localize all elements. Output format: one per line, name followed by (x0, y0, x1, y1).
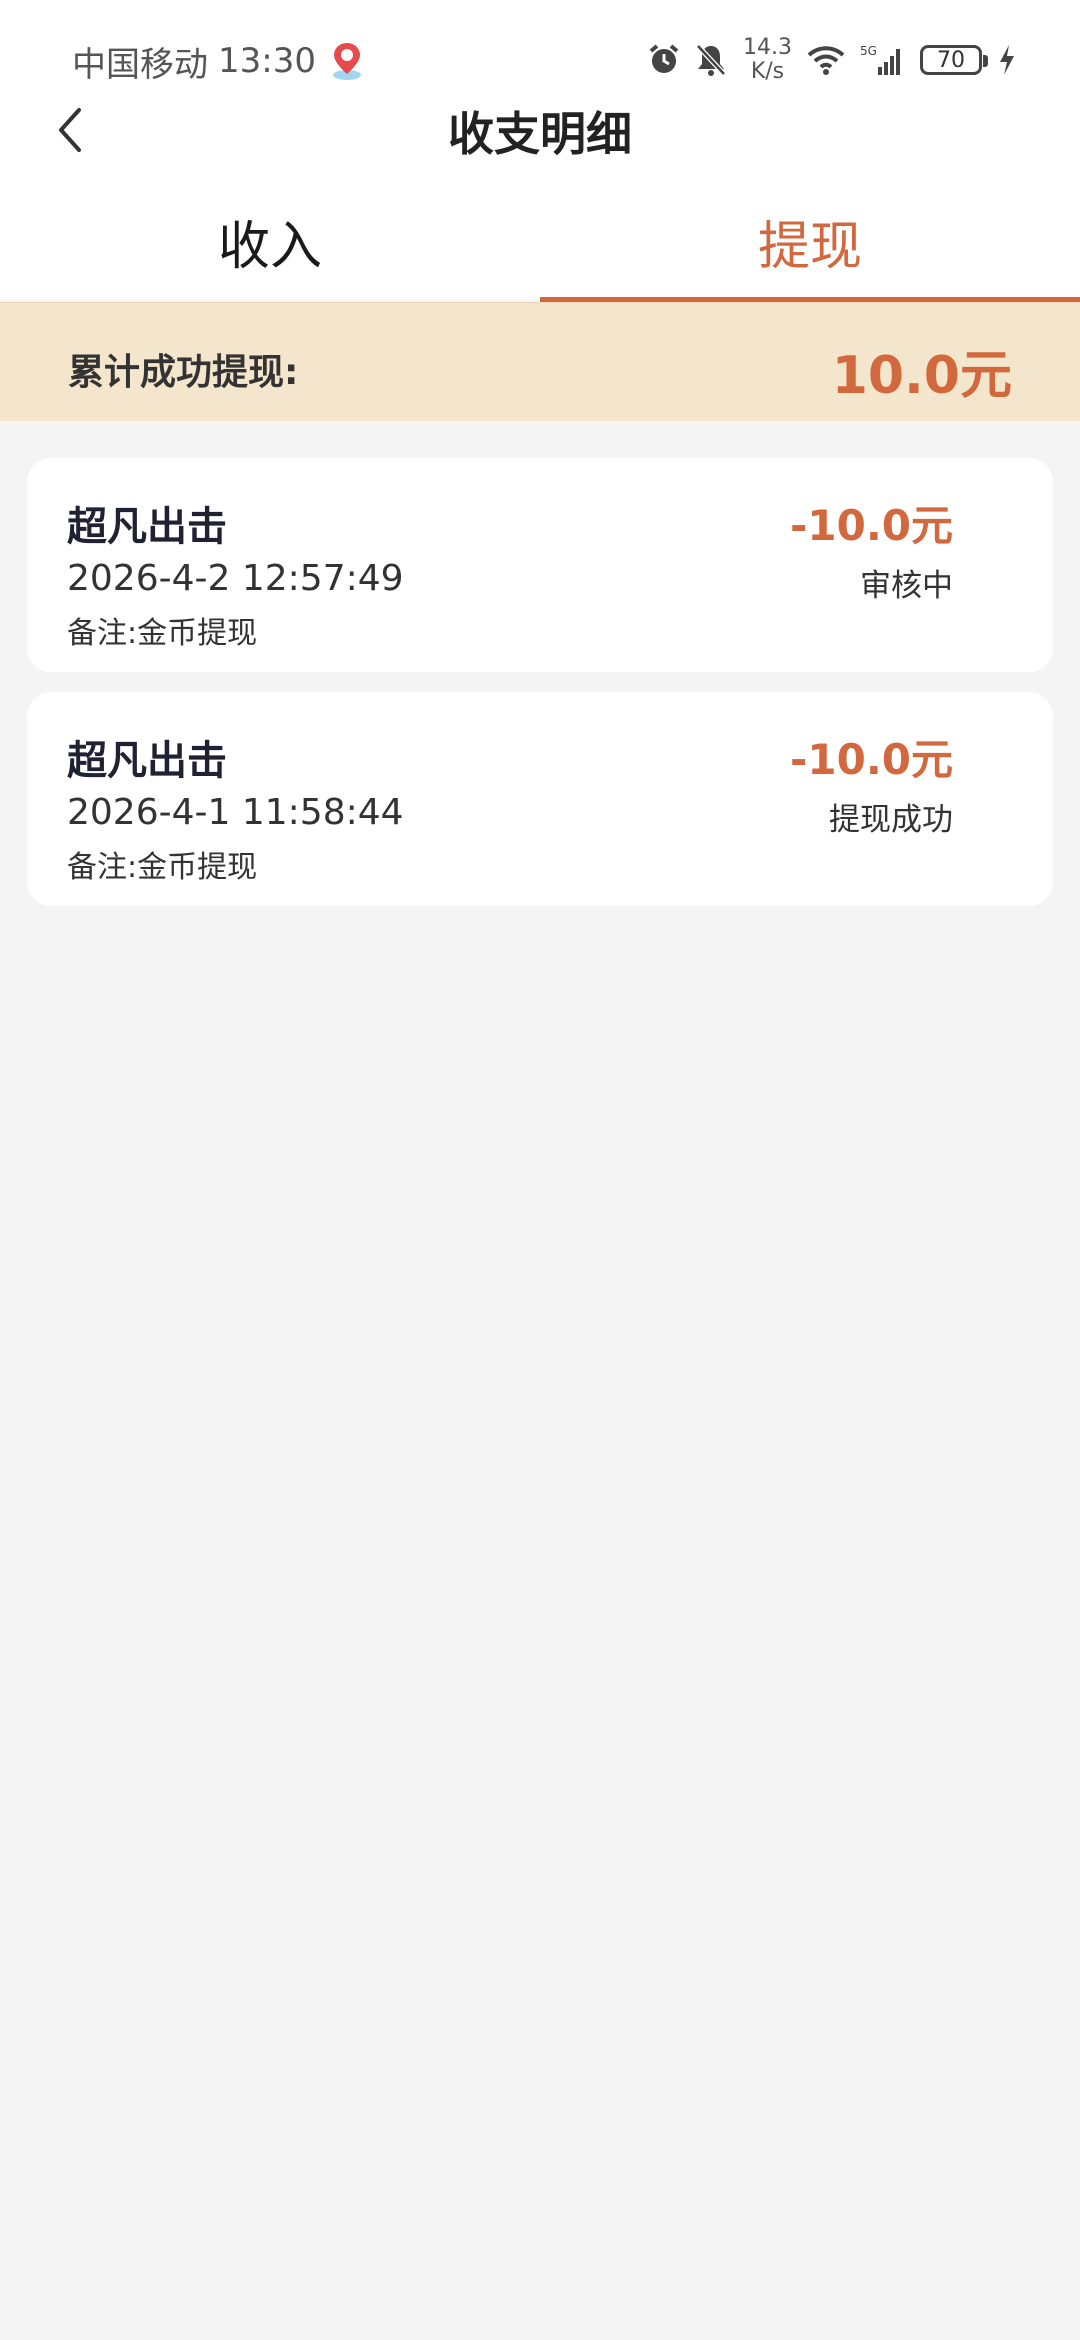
network-speed: 14.3 K/s (743, 36, 792, 84)
record-note: 备注:金币提现 (67, 616, 258, 651)
withdraw-summary: 累计成功提现: 10.0元 (0, 302, 1080, 421)
status-time: 13:30 (218, 41, 316, 81)
record-status: 审核中 (860, 568, 953, 604)
top-area: 中国移动 13:30 14.3 K/s 5G 70 收支明细 收入 提现 (0, 0, 1080, 302)
tab-income[interactable]: 收入 (0, 190, 540, 302)
network-speed-value: 14.3 (743, 35, 792, 60)
status-right: 14.3 K/s 5G 70 (633, 32, 1016, 88)
charging-icon (998, 44, 1016, 76)
status-left: 中国移动 13:30 (72, 36, 364, 86)
nav-bar: 收支明细 (0, 90, 1080, 170)
record-note: 备注:金币提现 (67, 850, 258, 885)
page-title: 收支明细 (448, 107, 632, 161)
record-title: 超凡出击 (67, 504, 227, 550)
summary-label: 累计成功提现: (68, 352, 299, 393)
record-amount: -10.0元 (789, 735, 953, 784)
record-card[interactable]: 超凡出击 2026-4-2 12:57:49 备注:金币提现 -10.0元 审核… (27, 458, 1053, 672)
tab-withdraw[interactable]: 提现 (540, 190, 1080, 302)
record-time: 2026-4-2 12:57:49 (67, 558, 404, 599)
alarm-icon (647, 43, 681, 77)
summary-value: 10.0元 (831, 346, 1012, 406)
record-status: 提现成功 (829, 802, 953, 838)
record-time: 2026-4-1 11:58:44 (67, 792, 404, 833)
record-amount: -10.0元 (789, 501, 953, 550)
carrier-name: 中国移动 (72, 44, 208, 85)
location-pin-icon (330, 41, 364, 81)
record-title: 超凡出击 (67, 738, 227, 784)
record-list: 超凡出击 2026-4-2 12:57:49 备注:金币提现 -10.0元 审核… (27, 458, 1053, 926)
tab-bar: 收入 提现 (0, 190, 1080, 302)
svg-text:5G: 5G (860, 44, 877, 58)
network-speed-unit: K/s (750, 59, 785, 84)
signal-5g-icon: 5G (860, 43, 906, 77)
mute-bell-icon (695, 43, 727, 77)
wifi-icon (806, 43, 846, 77)
battery-icon: 70 (920, 45, 988, 75)
record-card[interactable]: 超凡出击 2026-4-1 11:58:44 备注:金币提现 -10.0元 提现… (27, 692, 1053, 906)
